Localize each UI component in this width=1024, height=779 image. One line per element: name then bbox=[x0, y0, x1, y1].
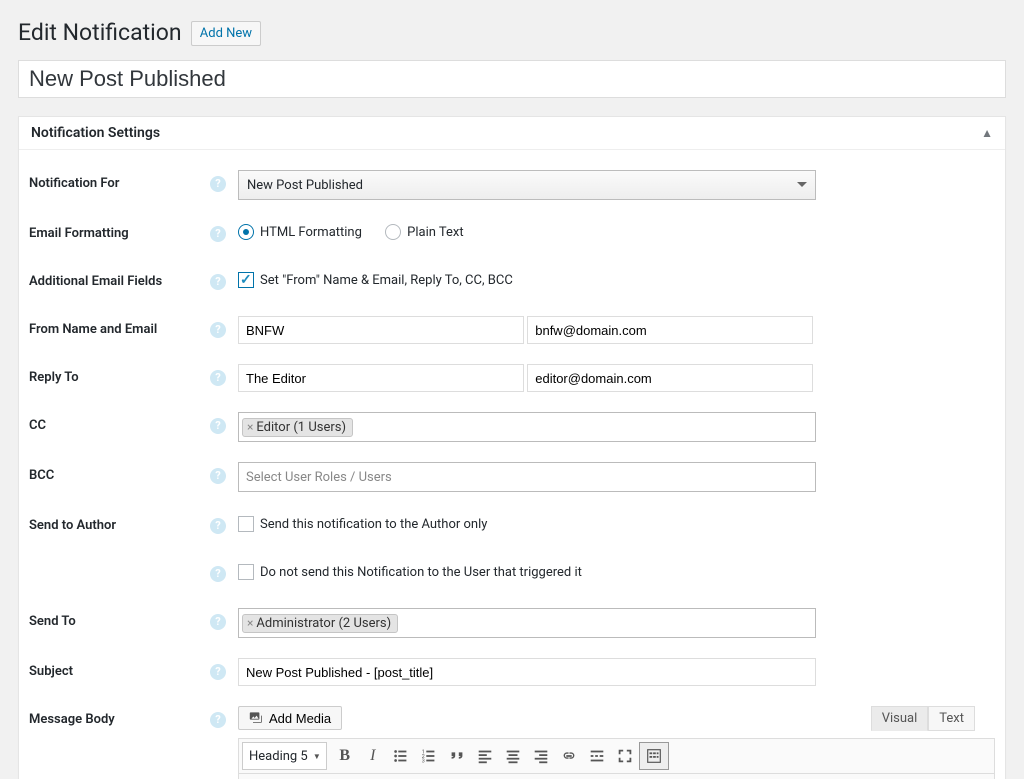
help-icon[interactable]: ? bbox=[210, 370, 226, 386]
subject-input[interactable] bbox=[238, 658, 816, 686]
format-select-value: Heading 5 bbox=[249, 749, 308, 764]
send-to-token-label: Administrator (2 Users) bbox=[256, 616, 391, 631]
help-icon[interactable]: ? bbox=[210, 712, 226, 728]
help-icon[interactable]: ? bbox=[210, 226, 226, 242]
send-to-user-picker[interactable]: × Administrator (2 Users) bbox=[238, 608, 816, 638]
editor-toolbar-row1: Heading 5 B I 123 bbox=[238, 738, 995, 774]
help-icon[interactable]: ? bbox=[210, 418, 226, 434]
radio-html-formatting[interactable]: HTML Formatting bbox=[238, 224, 362, 240]
svg-text:3: 3 bbox=[422, 758, 425, 764]
cc-token[interactable]: × Editor (1 Users) bbox=[242, 418, 353, 437]
align-center-button[interactable] bbox=[499, 743, 527, 769]
help-icon[interactable]: ? bbox=[210, 664, 226, 680]
align-left-button[interactable] bbox=[471, 743, 499, 769]
postbox-heading: Notification Settings bbox=[31, 125, 160, 141]
link-button[interactable] bbox=[555, 743, 583, 769]
suppress-self-checkbox-row[interactable]: Do not send this Notification to the Use… bbox=[238, 564, 582, 580]
token-remove-icon[interactable]: × bbox=[247, 616, 253, 630]
format-select[interactable]: Heading 5 bbox=[242, 742, 327, 770]
radio-plain-text[interactable]: Plain Text bbox=[385, 224, 463, 240]
add-media-button[interactable]: Add Media bbox=[238, 706, 342, 730]
editor-tab-text[interactable]: Text bbox=[928, 706, 975, 731]
send-author-label: Send to Author bbox=[29, 502, 210, 550]
italic-button[interactable]: I bbox=[359, 743, 387, 769]
additional-fields-checkbox[interactable] bbox=[238, 272, 254, 288]
help-icon[interactable]: ? bbox=[210, 176, 226, 192]
radio-html-label: HTML Formatting bbox=[260, 225, 362, 240]
add-new-button[interactable]: Add New bbox=[191, 21, 261, 46]
radio-html-input[interactable] bbox=[238, 224, 254, 240]
suppress-self-checkbox[interactable] bbox=[238, 564, 254, 580]
cc-label: CC bbox=[29, 402, 210, 452]
subject-label: Subject bbox=[29, 648, 210, 696]
cc-user-picker[interactable]: × Editor (1 Users) bbox=[238, 412, 816, 442]
help-icon[interactable]: ? bbox=[210, 274, 226, 290]
help-icon[interactable]: ? bbox=[210, 614, 226, 630]
bcc-label: BCC bbox=[29, 452, 210, 502]
send-author-checkbox[interactable] bbox=[238, 516, 254, 532]
from-label: From Name and Email bbox=[29, 306, 210, 354]
reply-to-email-input[interactable] bbox=[527, 364, 813, 392]
page-title: Edit Notification bbox=[18, 10, 182, 50]
from-name-input[interactable] bbox=[238, 316, 524, 344]
numbered-list-button[interactable]: 123 bbox=[415, 743, 443, 769]
read-more-button[interactable] bbox=[583, 743, 611, 769]
align-right-button[interactable] bbox=[527, 743, 555, 769]
additional-fields-checkbox-row[interactable]: Set "From" Name & Email, Reply To, CC, B… bbox=[238, 272, 513, 288]
message-body-label: Message Body bbox=[29, 696, 210, 779]
bcc-placeholder: Select User Roles / Users bbox=[246, 470, 392, 485]
reply-to-name-input[interactable] bbox=[238, 364, 524, 392]
notification-for-select[interactable]: New Post Published bbox=[238, 170, 816, 200]
fullscreen-button[interactable] bbox=[611, 743, 639, 769]
media-icon bbox=[249, 710, 265, 726]
bold-button[interactable]: B bbox=[331, 743, 359, 769]
help-icon[interactable]: ? bbox=[210, 518, 226, 534]
toolbar-toggle-button[interactable] bbox=[639, 742, 669, 770]
bcc-user-picker[interactable]: Select User Roles / Users bbox=[238, 462, 816, 492]
send-to-label: Send To bbox=[29, 598, 210, 648]
collapse-toggle-icon[interactable]: ▲ bbox=[981, 126, 993, 140]
add-media-label: Add Media bbox=[269, 711, 331, 726]
blockquote-button[interactable] bbox=[443, 743, 471, 769]
notification-for-value: New Post Published bbox=[247, 178, 363, 193]
bulleted-list-button[interactable] bbox=[387, 743, 415, 769]
token-remove-icon[interactable]: × bbox=[247, 420, 253, 434]
reply-to-label: Reply To bbox=[29, 354, 210, 402]
suppress-self-checkbox-label: Do not send this Notification to the Use… bbox=[260, 565, 582, 580]
radio-plain-label: Plain Text bbox=[407, 225, 463, 240]
send-author-checkbox-row[interactable]: Send this notification to the Author onl… bbox=[238, 516, 487, 532]
help-icon[interactable]: ? bbox=[210, 566, 226, 582]
from-email-input[interactable] bbox=[527, 316, 813, 344]
cc-token-label: Editor (1 Users) bbox=[256, 420, 346, 435]
notification-title-input[interactable] bbox=[18, 60, 1006, 98]
additional-fields-label: Additional Email Fields bbox=[29, 258, 210, 306]
radio-plain-input[interactable] bbox=[385, 224, 401, 240]
editor-toolbar-row2: ABC A▼ T Ω ? bbox=[238, 774, 995, 779]
notification-for-label: Notification For bbox=[29, 160, 210, 210]
additional-fields-checkbox-label: Set "From" Name & Email, Reply To, CC, B… bbox=[260, 273, 513, 288]
send-to-token[interactable]: × Administrator (2 Users) bbox=[242, 614, 398, 633]
send-author-checkbox-label: Send this notification to the Author onl… bbox=[260, 517, 487, 532]
help-icon[interactable]: ? bbox=[210, 322, 226, 338]
email-formatting-label: Email Formatting bbox=[29, 210, 210, 258]
help-icon[interactable]: ? bbox=[210, 468, 226, 484]
editor-tab-visual[interactable]: Visual bbox=[871, 706, 929, 731]
